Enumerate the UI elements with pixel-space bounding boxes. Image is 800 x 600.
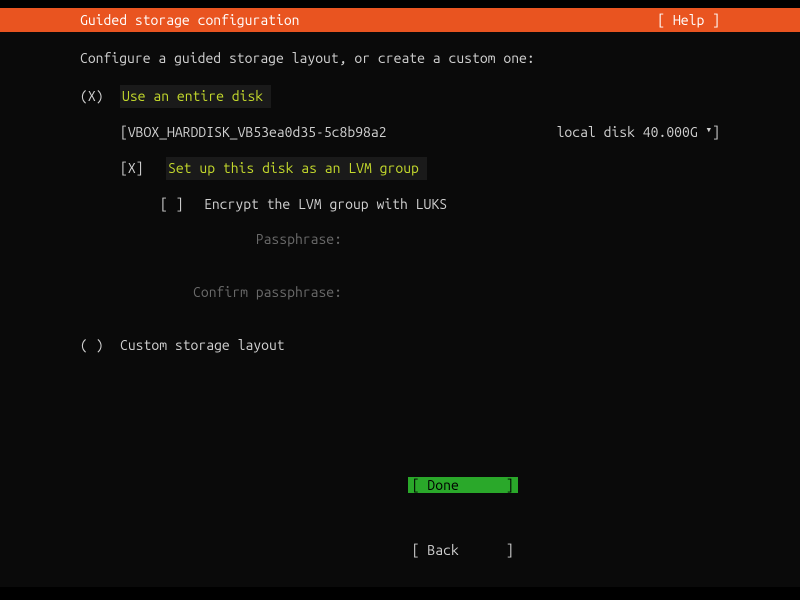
radio-marker-unselected-icon: ( ) bbox=[80, 335, 104, 356]
confirm-passphrase-field: Confirm passphrase: bbox=[160, 282, 720, 303]
checkbox-lvm-label: Set up this disk as an LVM group bbox=[166, 157, 427, 180]
page-title: Guided storage configuration bbox=[80, 10, 300, 31]
prompt-text: Configure a guided storage layout, or cr… bbox=[80, 48, 720, 69]
checkbox-encrypt[interactable]: [ ] Encrypt the LVM group with LUKS bbox=[160, 194, 720, 215]
done-button[interactable]: [ Done ] bbox=[408, 477, 518, 493]
radio-marker-selected-icon: (X) bbox=[80, 86, 104, 107]
bracket-open: [ bbox=[120, 122, 128, 143]
checkbox-checked-icon: [X] bbox=[120, 158, 144, 179]
passphrase-label: Passphrase: bbox=[160, 229, 350, 250]
disk-name: VBOX_HARDDISK_VB53ea0d35-5c8b98a2 bbox=[128, 122, 387, 143]
option-custom-layout-label: Custom storage layout bbox=[120, 335, 285, 356]
header-bar: Guided storage configuration [ Help ] bbox=[0, 8, 800, 32]
help-button[interactable]: [ Help ] bbox=[657, 10, 720, 31]
checkbox-unchecked-icon: [ ] bbox=[160, 194, 184, 215]
checkbox-encrypt-label: Encrypt the LVM group with LUKS bbox=[204, 194, 447, 215]
option-custom-layout[interactable]: ( ) Custom storage layout bbox=[80, 335, 720, 356]
passphrase-field: Passphrase: bbox=[160, 229, 720, 250]
confirm-passphrase-label: Confirm passphrase: bbox=[160, 282, 350, 303]
option-use-entire-disk-label: Use an entire disk bbox=[120, 85, 271, 108]
bracket-close: ] bbox=[712, 122, 720, 143]
checkbox-lvm[interactable]: [X] Set up this disk as an LVM group bbox=[120, 157, 720, 180]
main-content: Configure a guided storage layout, or cr… bbox=[0, 32, 800, 587]
back-button[interactable]: [ Back ] bbox=[408, 542, 518, 558]
footer-buttons: [ Done ] [ Back ] bbox=[0, 453, 800, 587]
disk-info: local disk 40.000G bbox=[557, 122, 706, 143]
disk-selector[interactable]: [ VBOX_HARDDISK_VB53ea0d35-5c8b98a2 loca… bbox=[120, 122, 720, 143]
chevron-down-icon: ▾ bbox=[706, 122, 713, 143]
option-use-entire-disk[interactable]: (X) Use an entire disk bbox=[80, 85, 720, 108]
